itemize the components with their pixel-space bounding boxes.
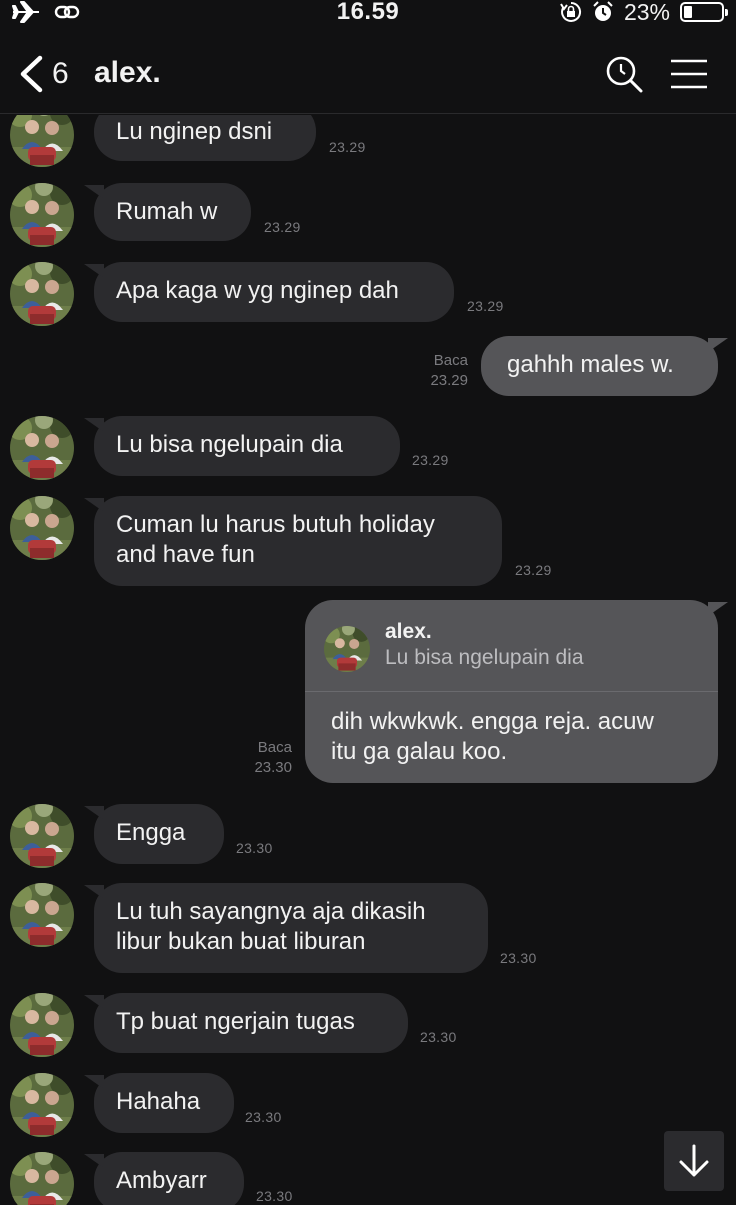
message-bubble-incoming[interactable]: Lu nginep dsni (84, 115, 316, 161)
menu-icon[interactable] (670, 58, 708, 90)
message-bubble-incoming[interactable]: Apa kaga w yg nginep dah (84, 262, 454, 322)
message-time: 23.29 (264, 219, 301, 235)
message-bubble-incoming[interactable]: Engga (84, 804, 224, 864)
reply-quoted-text: Lu bisa ngelupain dia (385, 646, 584, 669)
message-time: 23.30 (236, 840, 273, 856)
message-time: 23.30 (500, 950, 537, 966)
contact-avatar[interactable] (10, 1152, 74, 1205)
status-right: 23% (560, 0, 728, 25)
message-list[interactable]: Lu nginep dsni 23.29 Rumah w 23.29 Apa k… (0, 115, 736, 1205)
contact-avatar[interactable] (10, 416, 74, 480)
contact-avatar[interactable] (10, 1073, 74, 1137)
alarm-icon (593, 1, 613, 21)
contact-avatar[interactable] (10, 262, 74, 326)
message-bubble-outgoing[interactable]: gahhh males w. (481, 336, 728, 396)
reply-preview[interactable]: alex. Lu bisa ngelupain dia (305, 600, 718, 692)
unread-count: 6 (52, 57, 69, 90)
message-time: 23.29 (467, 298, 504, 314)
reply-avatar (324, 626, 370, 672)
reply-sender-name: alex. (385, 620, 432, 643)
contact-avatar[interactable] (10, 183, 74, 247)
contact-avatar[interactable] (10, 115, 74, 167)
message-time: 23.29 (412, 452, 449, 468)
contact-avatar[interactable] (10, 804, 74, 868)
message-bubble-incoming[interactable]: Tp buat ngerjain tugas (84, 993, 408, 1053)
back-chevron-icon (20, 55, 43, 93)
message-bubble-incoming[interactable]: Cuman lu harus butuh holiday and have fu… (84, 496, 502, 586)
rotation-lock-icon (560, 1, 581, 22)
search-icon[interactable] (604, 54, 644, 94)
message-bubble-incoming[interactable]: Hahaha (84, 1073, 234, 1133)
message-bubble-incoming[interactable]: Lu tuh sayangnya aja dikasih libur bukan… (84, 883, 488, 973)
message-time: 23.30 (420, 1029, 457, 1045)
contact-avatar[interactable] (10, 883, 74, 947)
battery-percent: 23% (623, 0, 670, 25)
chat-header: 6 alex. (0, 36, 736, 114)
battery-icon (680, 2, 728, 22)
status-bar: 16.59 23% (0, 0, 736, 26)
message-time: 23.29 (515, 562, 552, 578)
message-bubble-incoming[interactable]: Lu bisa ngelupain dia (84, 416, 400, 476)
battery-fill (684, 6, 692, 18)
message-time: 23.29 (329, 139, 366, 155)
message-bubble-incoming[interactable]: Ambyarr (84, 1152, 244, 1205)
reply-message-text: dih wkwkwk. engga reja. acuw itu ga gala… (331, 708, 654, 765)
scroll-to-bottom-button[interactable] (664, 1131, 724, 1191)
message-bubble-incoming[interactable]: Rumah w (84, 183, 251, 241)
contact-avatar[interactable] (10, 496, 74, 560)
message-bubble-reply[interactable]: alex. Lu bisa ngelupain dia dih wkwkwk. … (305, 600, 728, 783)
chat-title: alex. (94, 56, 161, 89)
read-receipt: Baca 23.29 (400, 351, 468, 391)
message-time: 23.29 (430, 372, 468, 389)
back-button[interactable]: 6 (18, 54, 69, 94)
message-time: 23.30 (245, 1109, 282, 1125)
read-label: Baca (433, 352, 468, 369)
contact-avatar[interactable] (10, 993, 74, 1057)
read-label: Baca (257, 739, 292, 756)
arrow-down-icon (679, 1144, 709, 1177)
message-time: 23.30 (256, 1188, 293, 1204)
message-time: 23.30 (254, 759, 292, 776)
read-receipt: Baca 23.30 (224, 738, 292, 778)
